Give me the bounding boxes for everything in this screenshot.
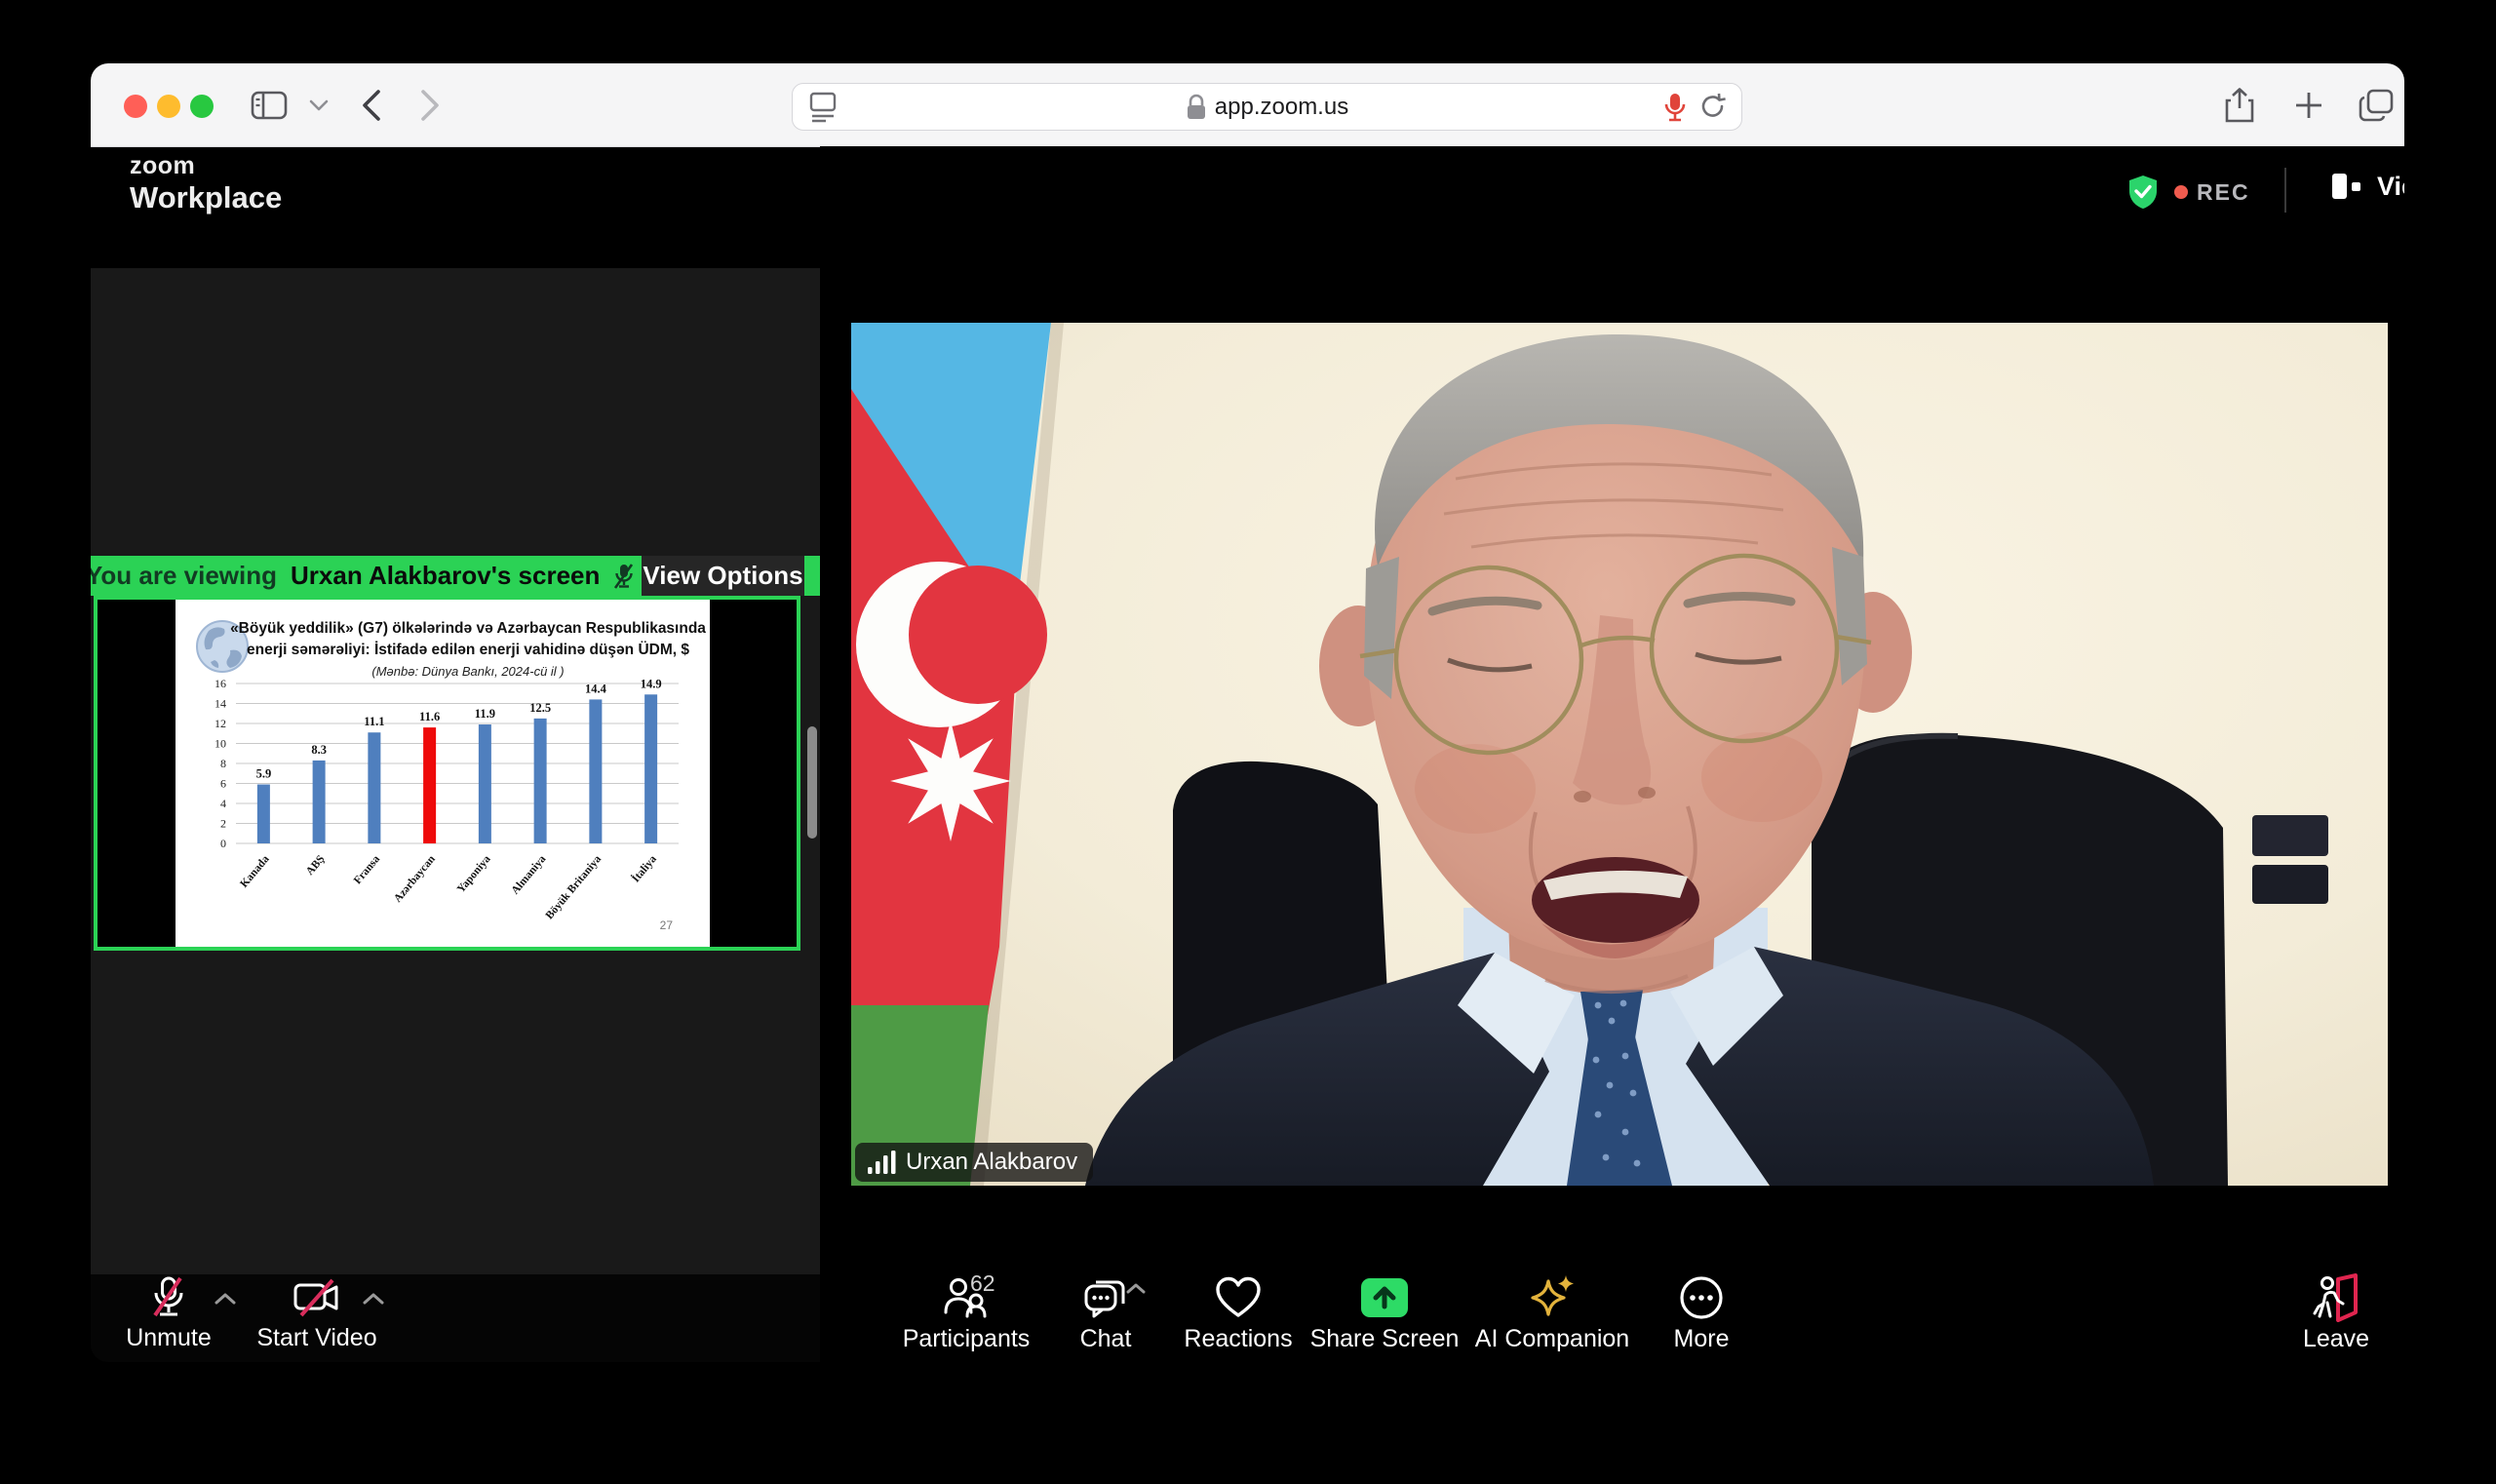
- svg-text:11.6: 11.6: [419, 710, 440, 723]
- svg-text:11.1: 11.1: [364, 715, 384, 728]
- viewing-banner-prefix: You are viewing: [91, 561, 277, 591]
- close-window-button[interactable]: [124, 95, 147, 118]
- svg-text:Almaniya: Almaniya: [509, 853, 548, 897]
- svg-text:enerji səmərəliyi: İstifadə ed: enerji səmərəliyi: İstifadə edilən enerj…: [247, 642, 689, 658]
- svg-text:12.5: 12.5: [529, 701, 551, 715]
- video-options-chevron-icon[interactable]: [362, 1292, 385, 1306]
- browser-toolbar: app.zoom.us: [91, 63, 2404, 147]
- mic-active-icon[interactable]: [1663, 92, 1687, 123]
- leave-icon: [2311, 1274, 2361, 1321]
- viewing-banner-owner: Urxan Alakbarov's screen: [291, 561, 600, 591]
- chat-label: Chat: [1080, 1325, 1132, 1353]
- sidebar-toggle-icon[interactable]: [247, 63, 292, 146]
- heart-icon: [1215, 1274, 1262, 1321]
- svg-text:Yaponiya: Yaponiya: [455, 853, 493, 895]
- view-options-button[interactable]: View Options: [642, 556, 804, 596]
- workplace-wordmark: Workplace: [130, 182, 282, 213]
- view-layout-icon: [2326, 170, 2365, 203]
- svg-text:16: 16: [214, 677, 226, 690]
- reactions-label: Reactions: [1184, 1325, 1292, 1353]
- audio-options-chevron-icon[interactable]: [214, 1292, 237, 1306]
- back-icon[interactable]: [350, 63, 393, 146]
- security-shield-icon[interactable]: [2126, 174, 2160, 211]
- more-icon: [1678, 1274, 1725, 1321]
- leave-label: Leave: [2303, 1325, 2369, 1353]
- svg-text:Azərbaycan: Azərbaycan: [392, 853, 438, 905]
- reload-icon[interactable]: [1698, 92, 1728, 121]
- svg-text:8.3: 8.3: [311, 743, 327, 757]
- svg-text:6: 6: [220, 777, 226, 791]
- svg-text:(Mənbə: Dünya Bankı, 2024-cü i: (Mənbə: Dünya Bankı, 2024-cü il ): [371, 664, 564, 679]
- unmute-label: Unmute: [126, 1324, 212, 1352]
- svg-text:8: 8: [220, 757, 226, 770]
- chevron-down-icon[interactable]: [301, 63, 336, 146]
- more-label: More: [1674, 1325, 1730, 1353]
- svg-text:10: 10: [214, 737, 226, 751]
- lock-icon: [1186, 94, 1207, 121]
- zoom-workplace-logo: zoom Workplace: [130, 154, 282, 213]
- svg-text:ABŞ: ABŞ: [304, 853, 328, 878]
- panel-scrollbar[interactable]: [807, 726, 817, 839]
- energy-efficiency-chart: «Böyük yeddilik» (G7) ölkələrində və Azə…: [176, 600, 710, 947]
- svg-text:«Böyük yeddilik» (G7) ölkələri: «Böyük yeddilik» (G7) ölkələrində və Azə…: [230, 620, 706, 637]
- rec-label: REC: [2197, 179, 2250, 206]
- view-button[interactable]: View: [2326, 170, 2404, 203]
- forward-icon[interactable]: [409, 63, 451, 146]
- shared-slide: «Böyük yeddilik» (G7) ölkələrində və Azə…: [176, 600, 710, 947]
- svg-text:0: 0: [220, 837, 226, 850]
- svg-text:12: 12: [214, 717, 226, 730]
- share-screen-label: Share Screen: [1310, 1325, 1460, 1353]
- left-control-bar: Unmute Start Video: [91, 1274, 820, 1362]
- leave-button[interactable]: Leave: [2229, 1274, 2404, 1362]
- speaker-name-tag: Urxan Alakbarov: [855, 1143, 1093, 1182]
- unmute-button[interactable]: Unmute: [112, 1274, 225, 1362]
- svg-text:14.4: 14.4: [585, 682, 607, 695]
- tab-overview-icon[interactable]: [2351, 63, 2401, 146]
- svg-text:Böyük Britaniya: Böyük Britaniya: [544, 853, 604, 921]
- start-video-button[interactable]: Start Video: [239, 1274, 395, 1362]
- mic-muted-icon: [148, 1274, 189, 1321]
- participants-icon: 62: [941, 1274, 992, 1321]
- svg-text:4: 4: [220, 797, 226, 810]
- svg-text:Kanada: Kanada: [238, 853, 271, 890]
- rec-dot-icon: [2173, 184, 2189, 200]
- camera-muted-icon: [292, 1274, 342, 1321]
- address-bar[interactable]: app.zoom.us: [792, 83, 1742, 131]
- meeting-topbar: REC View: [820, 146, 2404, 234]
- svg-text:14: 14: [214, 697, 226, 711]
- minimize-window-button[interactable]: [157, 95, 180, 118]
- share-screen-icon: [1358, 1274, 1411, 1321]
- svg-text:İtaliya: İtaliya: [629, 852, 659, 885]
- presenter-mic-muted-icon: [611, 563, 637, 590]
- audio-level-bars-icon: [867, 1150, 896, 1175]
- zoom-window-button[interactable]: [190, 95, 214, 118]
- chat-icon: [1080, 1274, 1131, 1321]
- svg-text:11.9: 11.9: [475, 707, 495, 721]
- url-text[interactable]: app.zoom.us: [1215, 94, 1348, 121]
- participants-count: 62: [970, 1270, 995, 1297]
- svg-text:27: 27: [660, 918, 674, 932]
- speaker-name: Urxan Alakbarov: [906, 1149, 1077, 1176]
- zoom-wordmark: zoom: [130, 154, 282, 178]
- svg-text:Fransa: Fransa: [352, 853, 383, 886]
- browser-window: app.zoom.us zoom Workplace You are viewi…: [91, 63, 2404, 1362]
- share-page-icon[interactable]: [2214, 63, 2265, 146]
- svg-text:14.9: 14.9: [641, 677, 662, 690]
- start-video-label: Start Video: [256, 1324, 376, 1352]
- svg-text:2: 2: [220, 817, 226, 831]
- speaker-video[interactable]: [851, 323, 2388, 1186]
- view-label: View: [2377, 172, 2404, 202]
- svg-text:5.9: 5.9: [256, 767, 272, 781]
- new-tab-icon[interactable]: [2284, 63, 2333, 146]
- recording-status[interactable]: REC: [2173, 179, 2250, 206]
- topbar-divider: [2284, 168, 2286, 213]
- ai-companion-sparkle-icon: [1527, 1274, 1578, 1321]
- more-button[interactable]: More: [1594, 1274, 1809, 1362]
- viewing-banner: You are viewing Urxan Alakbarov's screen…: [91, 556, 820, 596]
- meeting-main-area: REC View: [820, 146, 2404, 1362]
